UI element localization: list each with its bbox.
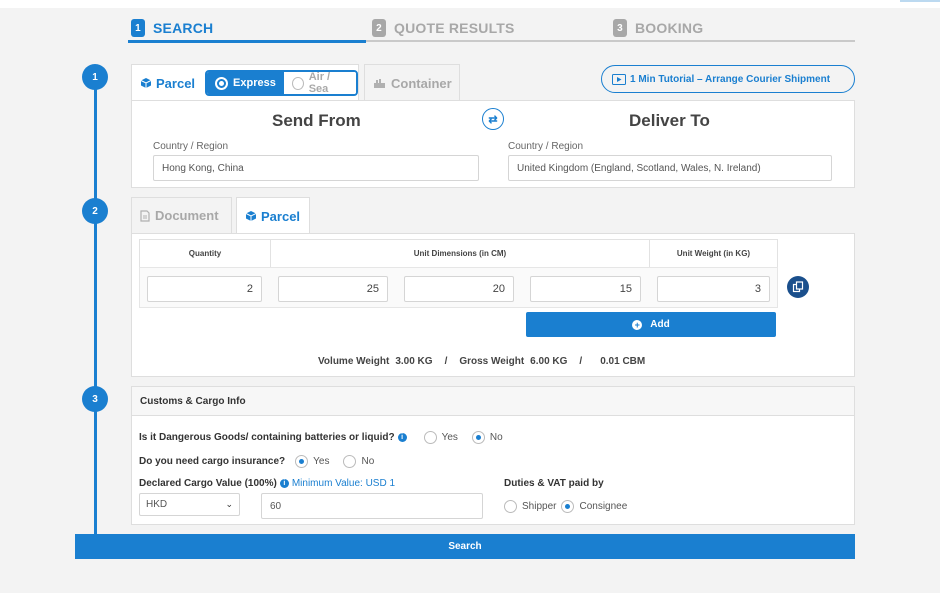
shipper-label: Shipper: [522, 501, 557, 512]
chevron-down-icon: ⌄: [225, 499, 233, 509]
minimum-value-note: Minimum Value: USD 1: [291, 478, 396, 489]
tab-document-label: Document: [155, 208, 219, 223]
option-express[interactable]: Express: [207, 72, 284, 94]
from-country-label: Country / Region: [153, 141, 229, 152]
top-accent: [900, 0, 940, 2]
timeline-step-1: 1: [82, 64, 108, 90]
height-input[interactable]: 15: [530, 276, 641, 302]
to-country-field[interactable]: United Kingdom (England, Scotland, Wales…: [508, 155, 832, 181]
insurance-question: Do you need cargo insurance?: [139, 456, 286, 467]
insurance-yes-label: Yes: [313, 456, 330, 467]
box-icon: [140, 77, 152, 89]
shipping-method-toggle: Express Air / Sea: [205, 70, 358, 96]
length-input[interactable]: 25: [278, 276, 388, 302]
declared-value-input[interactable]: 60: [261, 493, 483, 519]
width-input[interactable]: 20: [404, 276, 514, 302]
step-number: 2: [372, 19, 386, 37]
dangerous-no-label: No: [489, 432, 503, 443]
info-icon[interactable]: i: [279, 479, 289, 488]
from-country-field[interactable]: Hong Kong, China: [153, 155, 479, 181]
insurance-row: Do you need cargo insurance? Yes No: [139, 455, 374, 468]
dangerous-yes-label: Yes: [441, 432, 458, 443]
step-label: BOOKING: [635, 20, 704, 36]
step-number: 3: [613, 19, 627, 37]
send-from-title: Send From: [272, 111, 361, 130]
volume-weight-value: 3.00 KG: [395, 356, 433, 367]
tab-container[interactable]: Container: [364, 64, 460, 101]
insurance-no-label: No: [361, 456, 375, 467]
quantity-input[interactable]: 2: [147, 276, 262, 302]
volume-weight-label: Volume Weight: [318, 356, 390, 367]
step-progress-active: [128, 40, 366, 43]
cbm-value: 0.01 CBM: [600, 356, 646, 367]
dangerous-goods-question: Is it Dangerous Goods/ containing batter…: [139, 432, 395, 443]
timeline-line: [94, 72, 97, 542]
duplicate-row-button[interactable]: [787, 276, 809, 298]
separator: /: [444, 356, 448, 367]
timeline-step-2: 2: [82, 198, 108, 224]
dangerous-no-radio[interactable]: [471, 431, 485, 444]
copy-icon: [792, 281, 804, 293]
radio-icon: [215, 76, 229, 90]
document-icon: [140, 209, 150, 222]
weight-summary: Volume Weight 3.00 KG / Gross Weight 6.0…: [318, 356, 645, 367]
duties-row: Shipper Consignee: [504, 500, 627, 513]
quantity-header: Quantity: [139, 239, 271, 268]
search-button[interactable]: Search: [75, 534, 855, 559]
gross-weight-label: Gross Weight: [459, 356, 525, 367]
plus-icon: +: [632, 319, 643, 330]
swap-icon: ⇄: [488, 113, 498, 126]
currency-value: HKD: [146, 499, 168, 510]
declared-value-label: Declared Cargo Value (100%): [139, 478, 277, 489]
top-bar: [0, 0, 940, 8]
add-parcel-button[interactable]: + Add: [526, 312, 776, 337]
unit-weight-input[interactable]: 3: [657, 276, 770, 302]
step-quote-results[interactable]: 2 QUOTE RESULTS: [372, 16, 515, 40]
tab-document[interactable]: Document: [131, 197, 232, 233]
option-express-label: Express: [233, 77, 276, 89]
step-booking[interactable]: 3 BOOKING: [613, 16, 703, 40]
dimensions-header: Unit Dimensions (in CM): [270, 239, 650, 268]
consignee-label: Consignee: [579, 501, 628, 512]
info-icon[interactable]: i: [397, 433, 407, 442]
currency-select[interactable]: HKD ⌄: [139, 493, 240, 516]
step-search[interactable]: 1 SEARCH: [131, 16, 213, 40]
tab-parcel-mode[interactable]: Parcel Express Air / Sea: [131, 64, 359, 101]
separator: /: [579, 356, 583, 367]
customs-header: Customs & Cargo Info: [131, 386, 855, 416]
video-icon: [612, 73, 626, 85]
step-label: QUOTE RESULTS: [394, 20, 515, 36]
add-label: Add: [650, 319, 670, 330]
swap-route-button[interactable]: ⇄: [482, 108, 504, 130]
duties-label: Duties & VAT paid by: [504, 478, 604, 489]
deliver-to-title: Deliver To: [629, 111, 710, 130]
insurance-yes-radio[interactable]: [295, 455, 309, 468]
option-air-sea-label: Air / Sea: [308, 71, 331, 95]
box-icon: [245, 210, 257, 222]
tab-parcel-label: Parcel: [261, 208, 301, 224]
consignee-radio[interactable]: [561, 500, 575, 513]
container-icon: [373, 78, 386, 89]
dangerous-yes-radio[interactable]: [423, 431, 437, 444]
gross-weight-value: 6.00 KG: [530, 356, 568, 367]
shipper-radio[interactable]: [504, 500, 517, 513]
radio-icon: [291, 76, 304, 90]
insurance-no-radio[interactable]: [343, 455, 357, 468]
timeline-step-3: 3: [82, 386, 108, 412]
weight-header: Unit Weight (in KG): [649, 239, 778, 268]
tutorial-label: 1 Min Tutorial – Arrange Courier Shipmen…: [630, 73, 831, 85]
tab-parcel[interactable]: Parcel: [236, 197, 310, 234]
tab-parcel-label: Parcel: [156, 75, 196, 91]
option-air-sea[interactable]: Air / Sea: [283, 71, 356, 95]
customs-title: Customs & Cargo Info: [140, 395, 246, 407]
to-country-label: Country / Region: [508, 141, 584, 152]
tutorial-button[interactable]: 1 Min Tutorial – Arrange Courier Shipmen…: [601, 65, 855, 93]
tab-container-label: Container: [391, 75, 452, 91]
declared-value-row: Declared Cargo Value (100%) i Minimum Va…: [139, 478, 395, 489]
step-number: 1: [131, 19, 145, 37]
dangerous-goods-row: Is it Dangerous Goods/ containing batter…: [139, 431, 503, 444]
step-label: SEARCH: [153, 20, 214, 36]
